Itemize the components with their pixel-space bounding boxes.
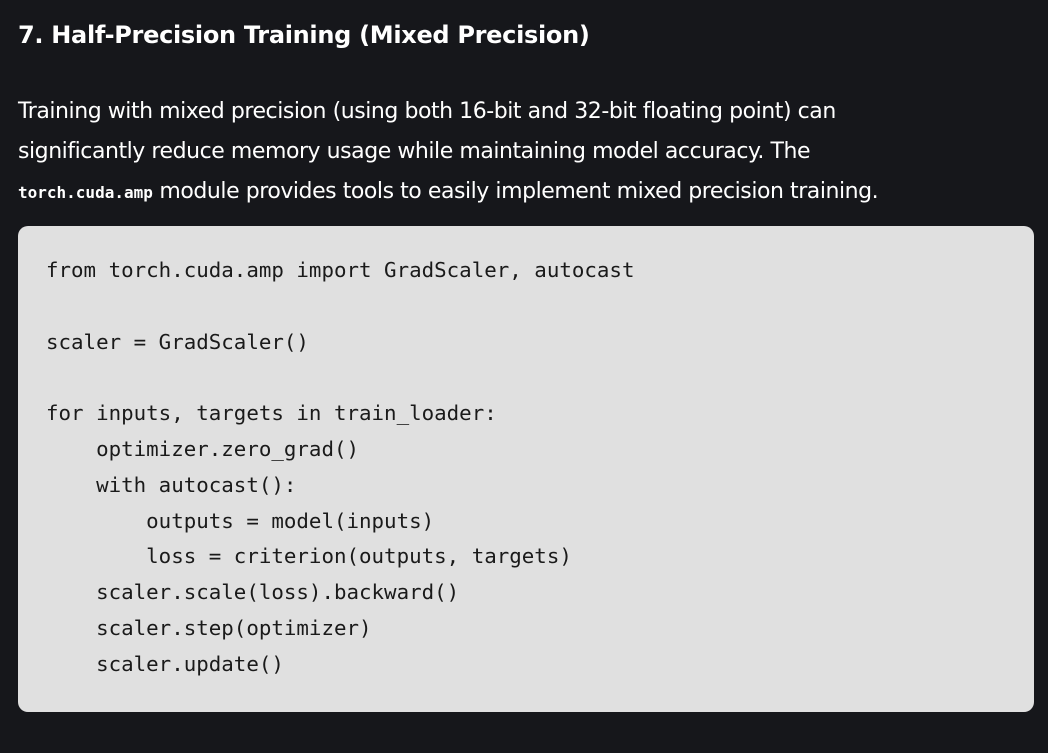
paragraph-line-3-text: module provides tools to easily implemen…: [152, 179, 879, 204]
code-line: from torch.cuda.amp import GradScaler, a…: [46, 258, 635, 282]
code-line: scaler = GradScaler(): [46, 329, 309, 354]
code-line: optimizer.zero_grad(): [46, 436, 360, 461]
code-line: scaler.update(): [46, 651, 284, 676]
section-paragraph: Training with mixed precision (using bot…: [18, 92, 1033, 213]
paragraph-line-1: Training with mixed precision (using bot…: [18, 99, 836, 124]
section-heading: 7. Half-Precision Training (Mixed Precis…: [18, 21, 590, 49]
code-line: for inputs, targets in train_loader:: [46, 401, 497, 426]
code-line: outputs = model(inputs): [46, 508, 435, 533]
code-line: with autocast():: [46, 472, 297, 497]
code-line: scaler.step(optimizer): [46, 615, 372, 640]
inline-code-module: torch.cuda.amp: [18, 183, 153, 202]
code-line: loss = criterion(outputs, targets): [46, 544, 572, 569]
code-line: scaler.scale(loss).backward(): [46, 580, 460, 605]
code-content: from torch.cuda.amp import GradScaler, a…: [46, 253, 634, 683]
article-content: 7. Half-Precision Training (Mixed Precis…: [0, 0, 1048, 753]
paragraph-line-2: significantly reduce memory usage while …: [18, 139, 811, 164]
paragraph-line-3: torch.cuda.amp module provides tools to …: [18, 172, 1033, 213]
code-block[interactable]: from torch.cuda.amp import GradScaler, a…: [18, 226, 1034, 712]
